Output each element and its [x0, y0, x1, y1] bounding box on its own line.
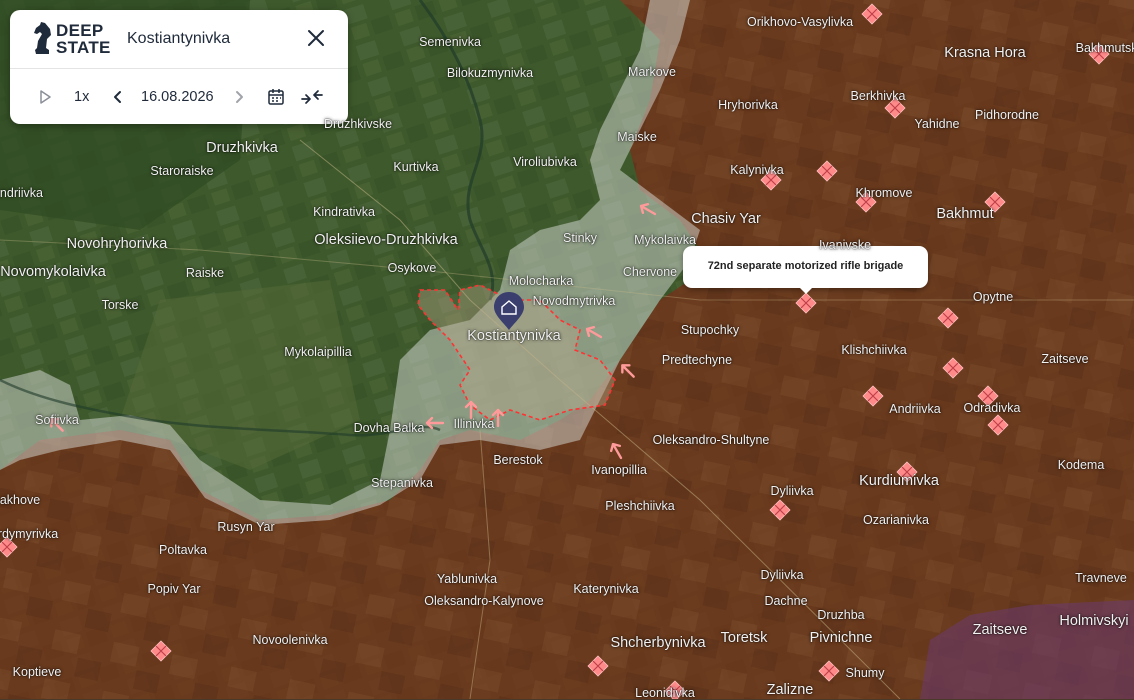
- place-label: Dyliivka: [760, 568, 804, 582]
- place-label: Dyliivka: [770, 484, 814, 498]
- place-label: Raiske: [185, 266, 225, 280]
- place-label: Berestok: [493, 453, 543, 467]
- place-label: Novodmytrivka: [532, 294, 616, 308]
- tooltip-text: 72nd separate motorized rifle brigade: [707, 260, 904, 272]
- place-label: Illinivka: [453, 417, 495, 431]
- place-label: akhove: [0, 493, 41, 507]
- place-label: Dovha Balka: [353, 421, 425, 435]
- place-label: Stupochky: [680, 323, 740, 337]
- place-label: Berkhivka: [850, 89, 906, 103]
- calendar-icon[interactable]: [267, 88, 285, 106]
- place-label: Semenivka: [419, 35, 481, 49]
- place-label: Travneve: [1075, 571, 1127, 585]
- next-icon[interactable]: [232, 90, 246, 104]
- place-label: Shcherbynivka: [610, 635, 706, 651]
- prev-icon[interactable]: [111, 90, 125, 104]
- place-label: andriivka: [0, 186, 44, 200]
- place-label: Holmivskyi: [1059, 613, 1129, 629]
- place-label: Maiske: [617, 130, 657, 144]
- place-label: Andriivka: [889, 402, 941, 416]
- place-label: Bilokuzmynivka: [446, 66, 534, 80]
- place-label: Bakhmutske: [1075, 41, 1134, 55]
- place-label: Zaitseve: [1041, 352, 1089, 366]
- place-label: Krasna Hora: [944, 45, 1026, 61]
- place-label: Rusyn Yar: [217, 520, 275, 534]
- place-label: Torske: [101, 298, 139, 312]
- place-label: Mykolaivka: [634, 233, 696, 247]
- collapse-icon[interactable]: [301, 87, 323, 107]
- place-label: Novohryhorivka: [66, 236, 168, 252]
- playback-controls: 1x 16.08.2026: [10, 82, 348, 112]
- place-label: Predtechyne: [661, 353, 733, 367]
- place-label: Druzhkivka: [206, 140, 278, 156]
- place-label: Khromove: [855, 186, 913, 200]
- place-label: Oleksandro-Shultyne: [652, 433, 770, 447]
- place-label: Klishchiivka: [841, 343, 907, 357]
- place-label: Staroraiske: [150, 164, 214, 178]
- place-label: Chasiv Yar: [691, 211, 761, 227]
- place-label: Toretsk: [720, 630, 768, 646]
- place-label: Bakhmut: [936, 206, 994, 222]
- place-label: Stepanivka: [371, 476, 433, 490]
- play-icon[interactable]: [38, 90, 52, 104]
- page-title: Kostiantynivka: [127, 30, 231, 47]
- place-label: Druzhkivske: [323, 117, 393, 131]
- place-label: Kodema: [1057, 458, 1105, 472]
- date-display[interactable]: 16.08.2026: [141, 82, 214, 112]
- panel-header: DEEP STATE Kostiantynivka: [10, 10, 348, 69]
- place-label: Zalizne: [766, 682, 814, 698]
- place-label: Yahidne: [914, 117, 960, 131]
- place-label: Chervone: [622, 265, 678, 279]
- unit-tooltip: 72nd separate motorized rifle brigade: [683, 246, 928, 294]
- place-label: Opytne: [972, 290, 1014, 304]
- place-label: Pidhorodne: [975, 108, 1039, 122]
- speed-button[interactable]: 1x: [74, 82, 89, 112]
- place-label: Oleksandro-Kalynove: [424, 594, 544, 608]
- place-label: Molocharka: [508, 274, 574, 288]
- place-label: Kurdiumivka: [859, 473, 939, 489]
- place-label: Shumy: [845, 666, 885, 680]
- logo-line2: STATE: [56, 38, 111, 57]
- place-label: Markove: [628, 65, 676, 79]
- place-label: Leonidivka: [635, 686, 695, 700]
- place-label: Mykolaipillia: [284, 345, 352, 359]
- place-label: Pleshchiivka: [605, 499, 675, 513]
- place-label: Kalynivka: [730, 163, 784, 177]
- place-label: Novoolenivka: [252, 633, 328, 647]
- control-panel: DEEP STATE Kostiantynivka 1x 16.08.2026: [10, 10, 348, 124]
- place-label: Novomykolaivka: [0, 264, 106, 280]
- place-label: Kurtivka: [393, 160, 439, 174]
- place-label: Odradivka: [963, 401, 1021, 415]
- logo-line1: DEEP: [56, 21, 104, 40]
- place-label: Kindrativka: [313, 205, 375, 219]
- place-label: Zaitseve: [972, 622, 1028, 638]
- place-label: Koptieve: [12, 665, 62, 679]
- place-label: Viroliubivka: [513, 155, 577, 169]
- place-label: Osykove: [387, 261, 437, 275]
- place-label: Dachne: [764, 594, 808, 608]
- place-label: Popiv Yar: [147, 582, 201, 596]
- place-label: Stinky: [562, 231, 598, 245]
- place-label: Druzhba: [817, 608, 865, 622]
- place-label: Oleksiievo-Druzhkivka: [314, 232, 458, 248]
- close-icon[interactable]: [306, 28, 326, 48]
- app-logo[interactable]: DEEP STATE: [32, 21, 112, 57]
- place-label: Kostiantynivka: [467, 328, 561, 344]
- place-label: Hryhorivka: [718, 98, 778, 112]
- place-label: Poltavka: [159, 543, 207, 557]
- horse-logo-icon: [34, 22, 51, 54]
- place-label: Ivanivske: [818, 238, 872, 252]
- place-label: rdymyrivka: [0, 527, 59, 541]
- place-label: Yablunivka: [436, 572, 498, 586]
- place-label: Ozarianivka: [863, 513, 929, 527]
- place-label: Pivnichne: [809, 630, 873, 646]
- place-label: Katerynivka: [573, 582, 639, 596]
- place-label: Ivanopillia: [591, 463, 647, 477]
- place-label: Sofiivka: [35, 413, 79, 427]
- place-label: Orikhovo-Vasylivka: [746, 15, 854, 29]
